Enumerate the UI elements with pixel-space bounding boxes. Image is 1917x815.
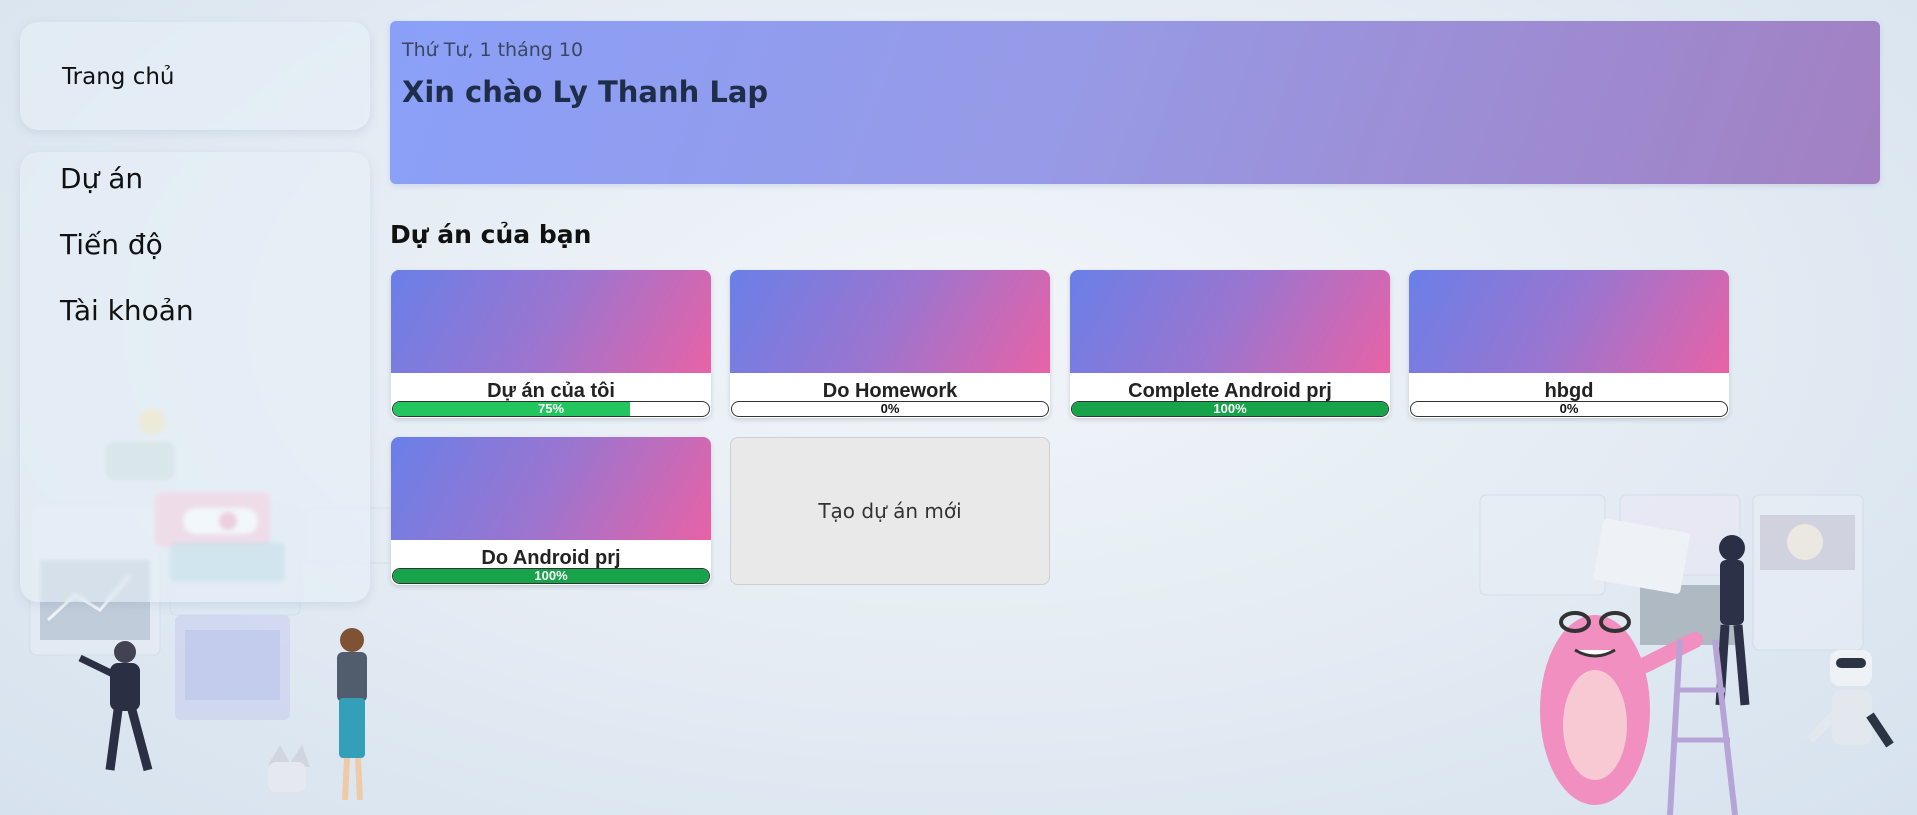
current-date: Thứ Tư, 1 tháng 10 xyxy=(402,39,584,61)
sidebar-item-account[interactable]: Tài khoản xyxy=(60,294,194,327)
project-card[interactable]: Do Homework 0% xyxy=(730,270,1050,418)
project-card[interactable]: Do Android prj 100% xyxy=(391,437,711,585)
project-thumbnail xyxy=(1409,270,1729,373)
progress-label: 0% xyxy=(880,401,900,416)
progress-label: 0% xyxy=(1559,401,1579,416)
projects-section-title: Dự án của bạn xyxy=(390,220,592,249)
project-thumbnail xyxy=(730,270,1050,373)
sidebar-home-card: Trang chủ xyxy=(20,22,370,130)
progress-label: 75% xyxy=(537,401,565,416)
progress-bar: 100% xyxy=(1071,401,1389,417)
team-illustration-right xyxy=(1479,494,1894,815)
project-name: Do Android prj xyxy=(481,547,621,569)
project-name: Dự án của tôi xyxy=(487,380,615,402)
project-name: Complete Android prj xyxy=(1128,380,1332,402)
project-thumbnail xyxy=(391,437,711,540)
greeting-title: Xin chào Ly Thanh Lap xyxy=(402,75,769,109)
sidebar-item-projects[interactable]: Dự án xyxy=(60,162,143,195)
progress-bar: 75% xyxy=(392,401,710,417)
project-name: hbgd xyxy=(1544,380,1594,402)
home-link[interactable]: Trang chủ xyxy=(62,64,175,90)
progress-label: 100% xyxy=(534,568,568,583)
create-project-button[interactable]: Tạo dự án mới xyxy=(730,437,1050,585)
sidebar-menu: Dự án Tiến độ Tài khoản xyxy=(20,152,370,602)
progress-bar: 0% xyxy=(731,401,1049,417)
project-card[interactable]: Dự án của tôi 75% xyxy=(391,270,711,418)
sidebar-item-progress[interactable]: Tiến độ xyxy=(60,228,163,261)
progress-bar: 0% xyxy=(1410,401,1728,417)
project-name: Do Homework xyxy=(822,380,958,402)
project-thumbnail xyxy=(391,270,711,373)
progress-label: 100% xyxy=(1213,401,1247,416)
project-card[interactable]: hbgd 0% xyxy=(1409,270,1729,418)
progress-bar: 100% xyxy=(392,568,710,584)
welcome-banner: Thứ Tư, 1 tháng 10 Xin chào Ly Thanh Lap xyxy=(390,21,1880,184)
project-card[interactable]: Complete Android prj 100% xyxy=(1070,270,1390,418)
project-thumbnail xyxy=(1070,270,1390,373)
